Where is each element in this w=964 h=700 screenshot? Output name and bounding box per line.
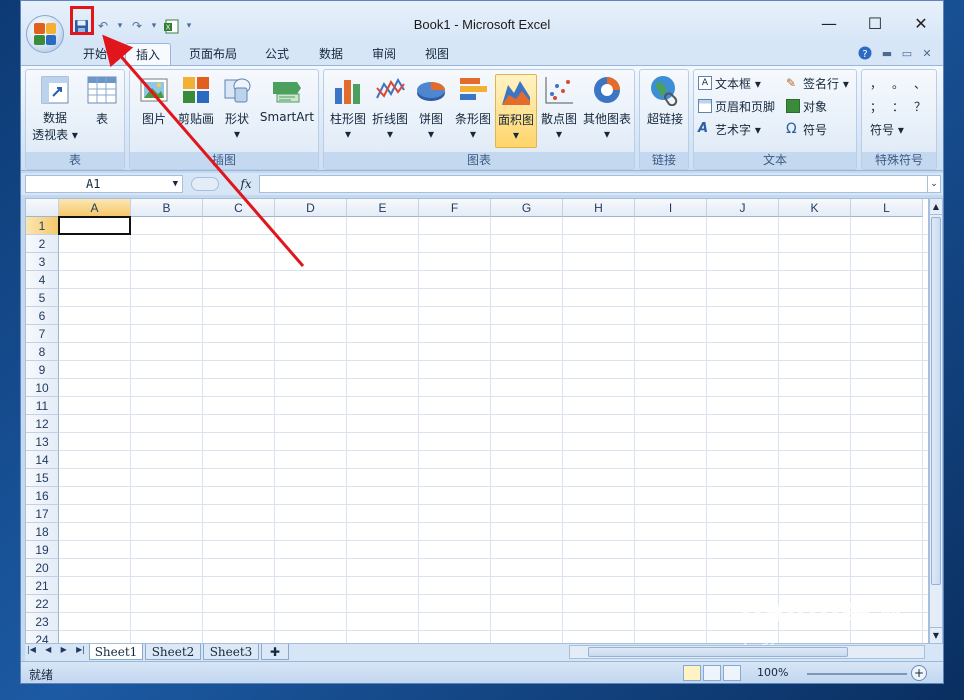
annotation-arrow	[102, 34, 305, 267]
